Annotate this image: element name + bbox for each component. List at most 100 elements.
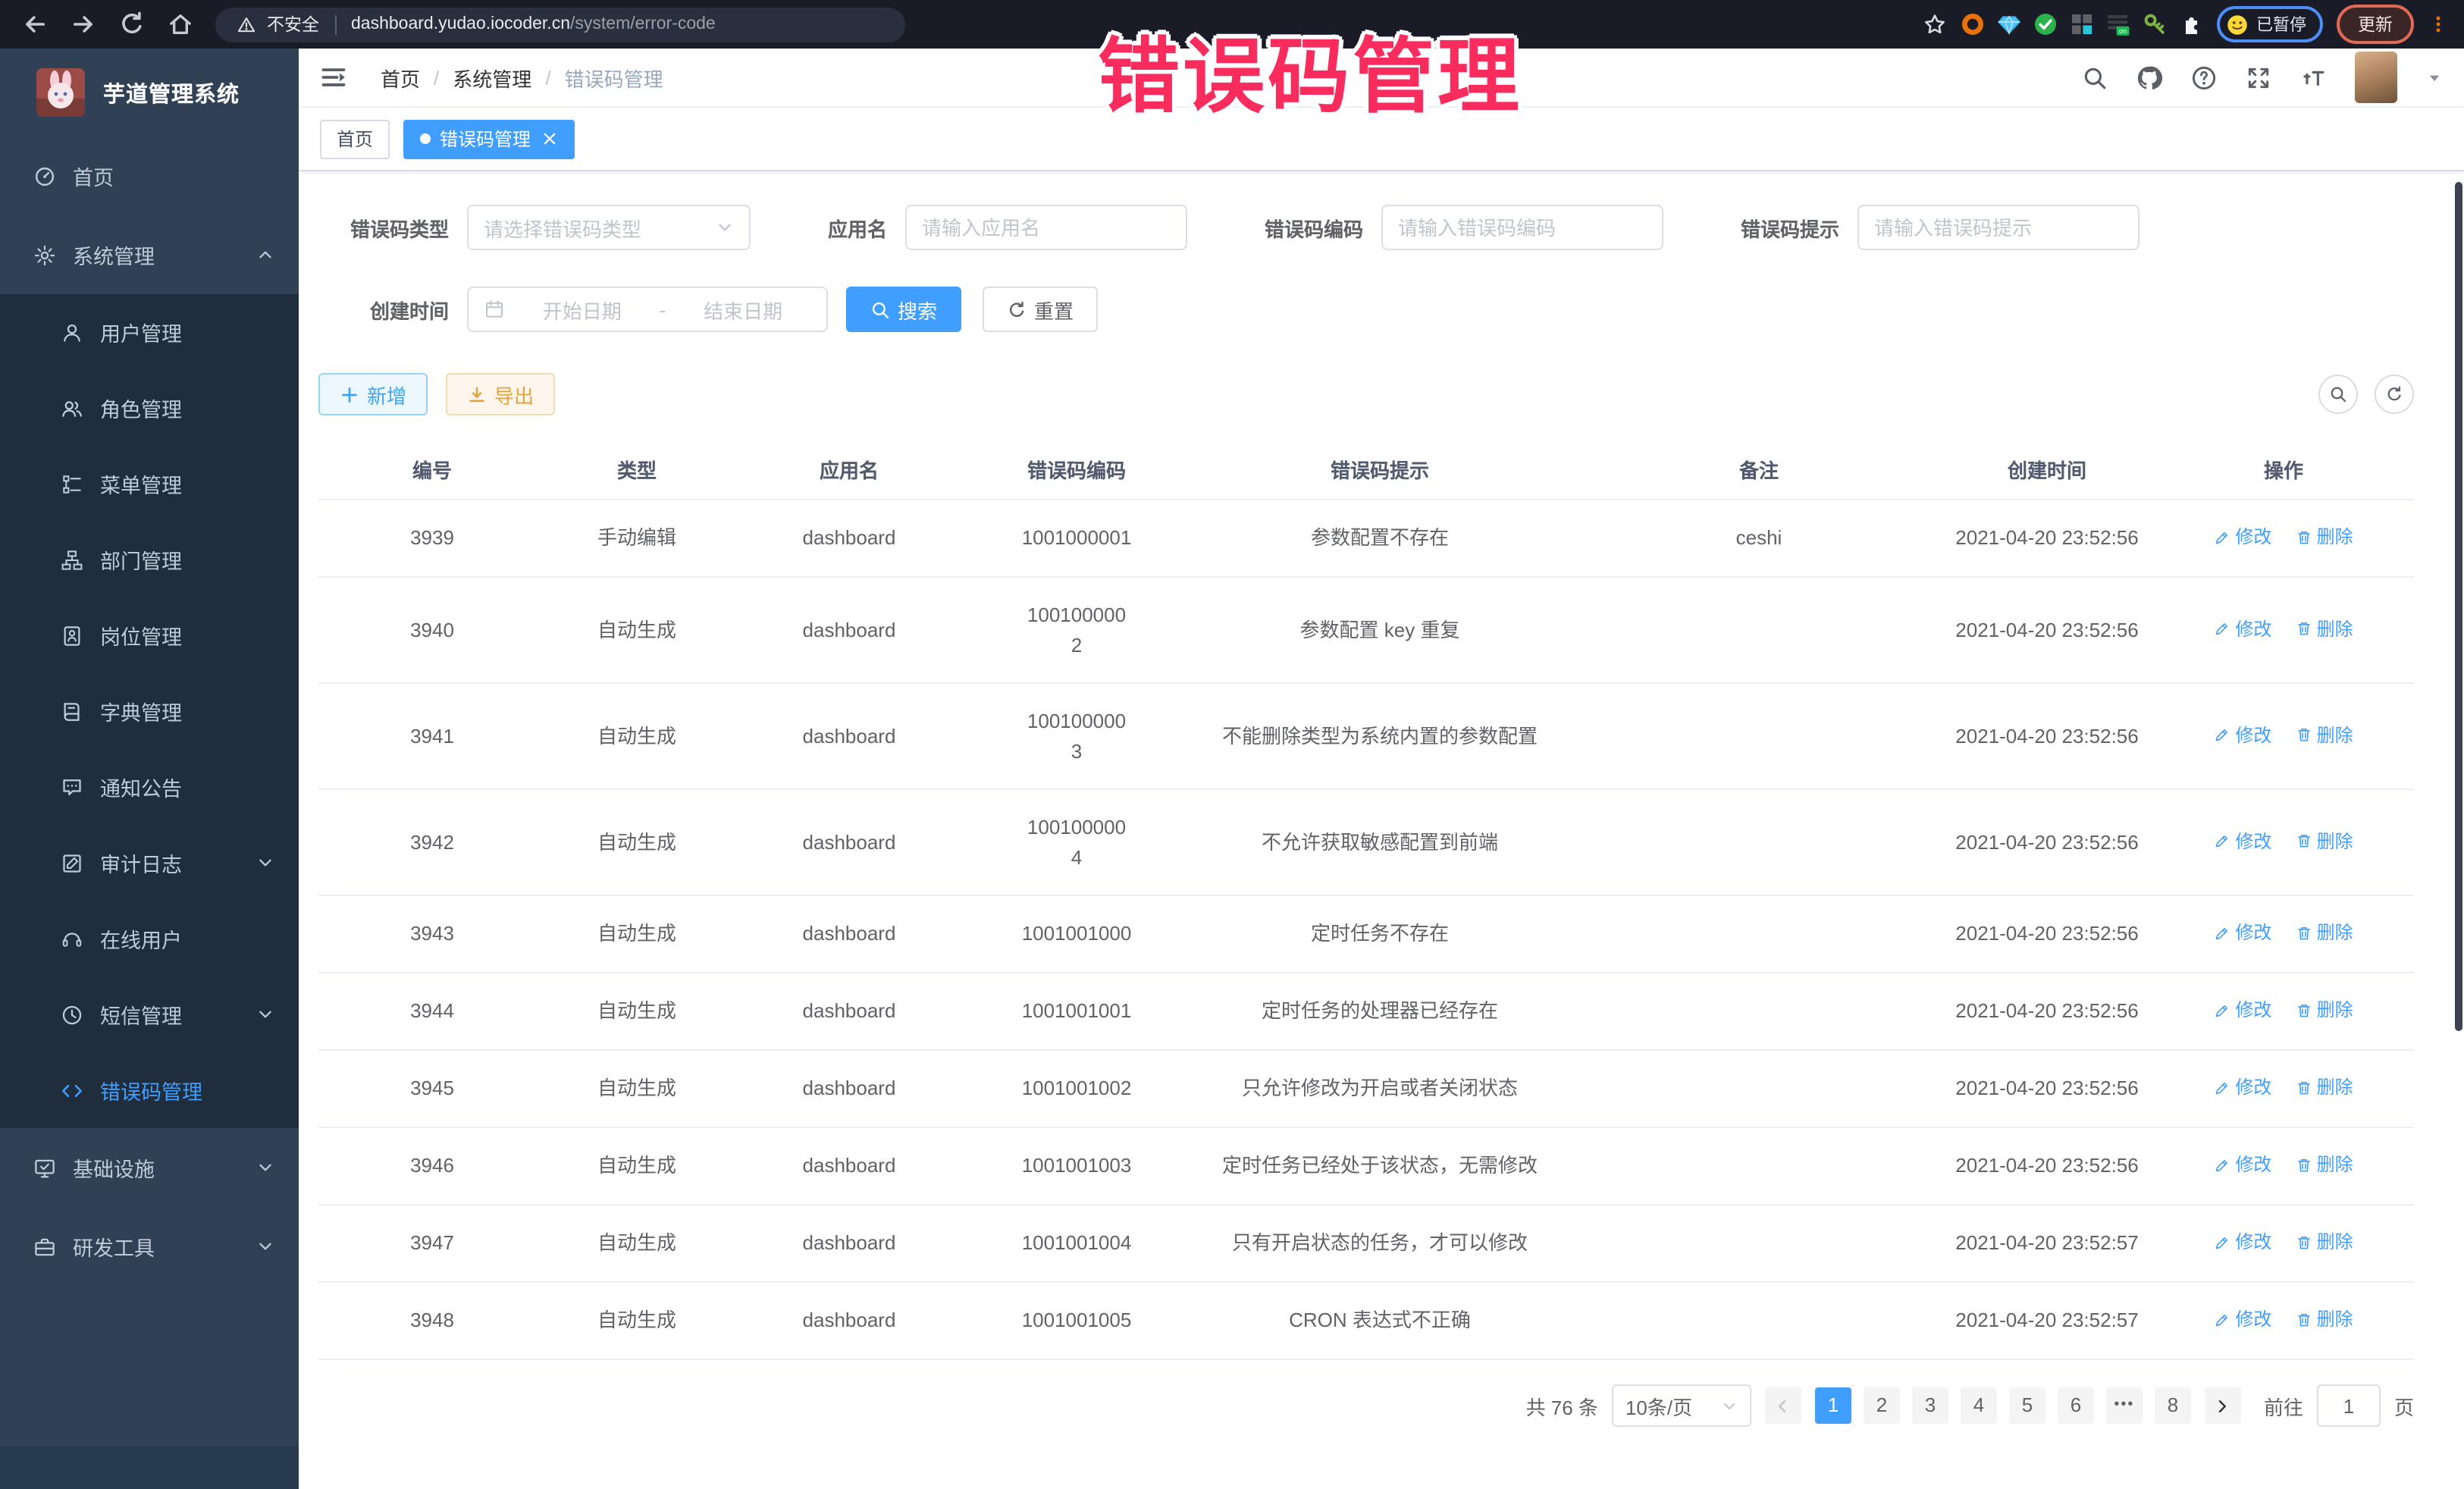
help-icon[interactable] (2191, 64, 2217, 90)
pager-page-2[interactable]: 2 (1864, 1387, 1900, 1424)
sidebar-item-menu[interactable]: 菜单管理 (0, 446, 299, 522)
delete-link[interactable]: 删除 (2296, 1228, 2353, 1255)
sidebar-item-infra[interactable]: 基础设施 (0, 1128, 299, 1207)
sidebar-item-errcode[interactable]: 错误码管理 (0, 1052, 299, 1128)
security-label[interactable]: 不安全 (267, 12, 319, 36)
bookmark-star-icon[interactable] (1923, 12, 1947, 36)
goto-page-input[interactable] (2317, 1384, 2381, 1427)
sidebar-item-notice[interactable]: 通知公告 (0, 749, 299, 825)
pager-page-8[interactable]: 8 (2155, 1387, 2191, 1424)
delete-link-label: 删除 (2317, 1074, 2353, 1101)
reload-icon[interactable] (118, 11, 146, 38)
sidebar-item-tools[interactable]: 研发工具 (0, 1207, 299, 1286)
extension-grid-icon[interactable] (2070, 12, 2094, 36)
sidebar-item-sms[interactable]: 短信管理 (0, 976, 299, 1052)
url-text[interactable]: dashboard.yudao.iocoder.cn/system/error-… (351, 15, 716, 33)
extension-ring-icon[interactable] (1961, 12, 1985, 36)
toggle-search-button[interactable] (2318, 375, 2358, 414)
prev-page-button[interactable] (1765, 1387, 1801, 1424)
fontsize-icon[interactable] (2300, 64, 2326, 90)
home-icon[interactable] (167, 11, 194, 38)
sidebar-item-dict[interactable]: 字典管理 (0, 673, 299, 749)
sidebar-item-dept[interactable]: 部门管理 (0, 522, 299, 597)
delete-link[interactable]: 删除 (2296, 523, 2353, 550)
page-size-select[interactable]: 10条/页 (1612, 1384, 1751, 1427)
pager-page-6[interactable]: 6 (2058, 1387, 2094, 1424)
error-tip-input[interactable] (1857, 205, 2140, 250)
error-code-input[interactable] (1381, 205, 1663, 250)
github-icon[interactable] (2136, 64, 2162, 90)
delete-link[interactable]: 删除 (2296, 919, 2353, 946)
error-type-select[interactable]: 请选择错误码类型 (467, 205, 751, 250)
delete-link[interactable]: 删除 (2296, 996, 2353, 1023)
edit-link[interactable]: 修改 (2214, 721, 2271, 748)
page-scrollbar[interactable] (2455, 182, 2462, 1031)
sidebar-item-home[interactable]: 首页 (0, 136, 299, 215)
breadcrumb-item[interactable]: 首页 (381, 63, 420, 92)
export-button[interactable]: 导出 (446, 373, 555, 415)
start-date-placeholder[interactable]: 开始日期 (514, 295, 650, 324)
edit-link[interactable]: 修改 (2214, 1151, 2271, 1178)
sidebar-logo[interactable]: 芋道管理系统 (0, 49, 299, 136)
sidebar-item-user[interactable]: 用户管理 (0, 294, 299, 370)
edit-link[interactable]: 修改 (2214, 827, 2271, 854)
delete-link[interactable]: 删除 (2296, 1306, 2353, 1333)
edit-link[interactable]: 修改 (2214, 1074, 2271, 1101)
edit-link[interactable]: 修改 (2214, 996, 2271, 1023)
browser-update-button[interactable]: 更新 (2337, 5, 2414, 44)
add-button[interactable]: 新增 (318, 373, 428, 415)
extension-puzzle-icon[interactable] (2179, 12, 2203, 36)
sidebar-item-online[interactable]: 在线用户 (0, 901, 299, 976)
delete-link[interactable]: 删除 (2296, 1151, 2353, 1178)
extension-key-icon[interactable] (2143, 12, 2167, 36)
pager-page-5[interactable]: 5 (2009, 1387, 2045, 1424)
pager-page-4[interactable]: 4 (1961, 1387, 1997, 1424)
edit-link[interactable]: 修改 (2214, 1228, 2271, 1255)
sidebar-item-post[interactable]: 岗位管理 (0, 597, 299, 673)
sidebar-item-system[interactable]: 系统管理 (0, 215, 299, 294)
extension-gem-icon[interactable] (1997, 12, 2021, 36)
tab-错误码管理[interactable]: 错误码管理 (403, 119, 575, 158)
table-row: 3943 自动生成 dashboard 1001001000 定时任务不存在 2… (318, 895, 2414, 973)
edit-link[interactable]: 修改 (2214, 523, 2271, 550)
edit-link[interactable]: 修改 (2214, 615, 2271, 642)
delete-link[interactable]: 删除 (2296, 615, 2353, 642)
pager-page-1[interactable]: 1 (1815, 1387, 1851, 1424)
back-icon[interactable] (21, 11, 49, 38)
avatar[interactable] (2355, 52, 2397, 103)
extension-rowson-icon[interactable] (2106, 12, 2130, 36)
breadcrumb-item[interactable]: 系统管理 (453, 63, 531, 92)
sidebar-item-role[interactable]: 角色管理 (0, 370, 299, 446)
edit-link[interactable]: 修改 (2214, 919, 2271, 946)
delete-link[interactable]: 删除 (2296, 1074, 2353, 1101)
reset-button[interactable]: 重置 (983, 287, 1098, 332)
address-bar[interactable]: 不安全 dashboard.yudao.iocoder.cn/system/er… (215, 7, 905, 42)
next-page-button[interactable] (2205, 1387, 2241, 1424)
delete-link[interactable]: 删除 (2296, 827, 2353, 854)
column-header: 错误码提示 (1183, 440, 1577, 500)
pager-page-3[interactable]: 3 (1912, 1387, 1948, 1424)
profile-paused-badge[interactable]: 已暂停 (2217, 6, 2323, 42)
search-icon[interactable] (2082, 64, 2108, 90)
tab-首页[interactable]: 首页 (320, 119, 390, 158)
pager-more-icon[interactable]: ••• (2106, 1387, 2143, 1424)
browser-menu-icon[interactable] (2428, 12, 2449, 36)
sidebar-collapse-bar[interactable] (0, 1447, 299, 1489)
delete-link-label: 删除 (2317, 827, 2353, 854)
fullscreen-icon[interactable] (2246, 64, 2271, 90)
date-range-picker[interactable]: 开始日期 - 结束日期 (467, 287, 828, 332)
delete-icon (2296, 1234, 2312, 1250)
edit-link[interactable]: 修改 (2214, 1306, 2271, 1333)
refresh-button[interactable] (2375, 375, 2414, 414)
sidebar-item-audit[interactable]: 审计日志 (0, 825, 299, 901)
delete-link[interactable]: 删除 (2296, 721, 2353, 748)
search-button[interactable]: 搜索 (846, 287, 961, 332)
app-name-input[interactable] (905, 205, 1187, 250)
forward-icon[interactable] (70, 11, 97, 38)
close-icon[interactable] (541, 130, 558, 147)
extension-greenv-icon[interactable] (2033, 12, 2058, 36)
hamburger-icon[interactable] (320, 64, 347, 91)
chevron-down-icon[interactable] (2426, 69, 2443, 86)
end-date-placeholder[interactable]: 结束日期 (675, 295, 811, 324)
delete-icon (2296, 1311, 2312, 1328)
